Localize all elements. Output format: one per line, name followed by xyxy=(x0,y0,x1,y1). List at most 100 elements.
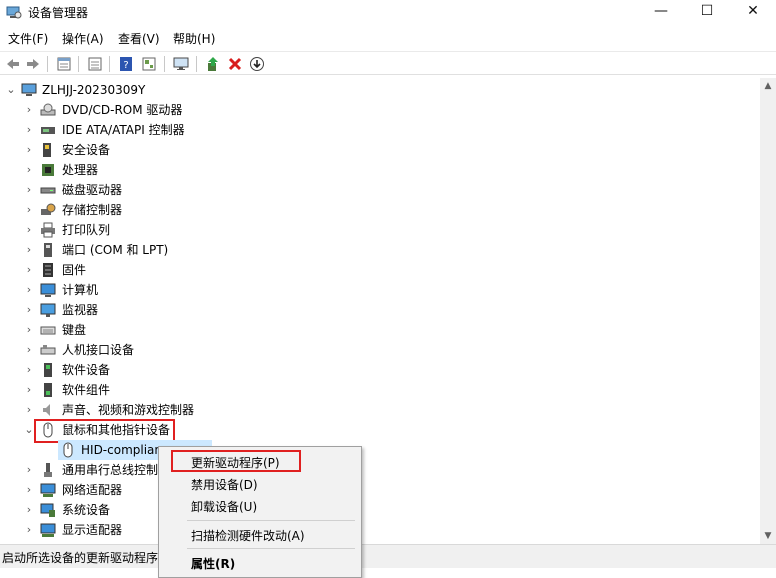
toolbar-separator xyxy=(164,56,165,72)
tree-item-label: 存储控制器 xyxy=(62,203,123,217)
computer-icon xyxy=(40,282,56,298)
uninstall-device-menu-item[interactable]: 卸载设备(U) xyxy=(191,498,257,515)
software-device-icon xyxy=(40,362,56,378)
chevron-right-icon[interactable]: › xyxy=(24,100,34,120)
tree-item-security[interactable]: › 安全设备 xyxy=(0,140,300,160)
chevron-right-icon[interactable]: › xyxy=(24,240,34,260)
menu-help[interactable]: 帮助(H) xyxy=(173,30,215,47)
usb-icon xyxy=(40,462,56,478)
port-icon xyxy=(40,242,56,258)
firmware-icon xyxy=(40,262,56,278)
close-button[interactable]: ✕ xyxy=(730,0,776,24)
disable-device-menu-item[interactable]: 禁用设备(D) xyxy=(191,476,258,493)
tree-item-firmware[interactable]: › 固件 xyxy=(0,260,300,280)
download-icon[interactable] xyxy=(248,55,266,73)
network-adapter-icon xyxy=(40,482,56,498)
tree-item-label: 软件组件 xyxy=(62,383,111,397)
tree-item-label: 系统设备 xyxy=(62,503,111,517)
help-icon[interactable]: ? xyxy=(117,55,135,73)
chevron-right-icon[interactable]: › xyxy=(24,480,34,500)
tree-item-software-component[interactable]: › 软件组件 xyxy=(0,380,300,400)
maximize-button[interactable]: ☐ xyxy=(684,0,730,24)
chevron-right-icon[interactable]: › xyxy=(24,220,34,240)
tree-item-label: HID-complian xyxy=(81,443,163,457)
properties-menu-item[interactable]: 属性(R) xyxy=(191,555,235,572)
chevron-right-icon[interactable]: › xyxy=(24,260,34,280)
security-device-icon xyxy=(40,142,56,158)
chevron-right-icon[interactable]: › xyxy=(24,300,34,320)
vertical-scrollbar[interactable]: ▲ ▼ xyxy=(760,78,776,544)
monitor-icon[interactable] xyxy=(172,55,190,73)
tree-item-label: 通用串行总线控制 xyxy=(62,463,159,477)
tree-item-processor[interactable]: › 处理器 xyxy=(0,160,300,180)
tree-item-label: 键盘 xyxy=(62,323,87,337)
toolbar: ? xyxy=(0,51,776,75)
system-device-icon xyxy=(40,502,56,518)
menu-separator xyxy=(187,548,355,549)
chevron-right-icon[interactable]: › xyxy=(24,120,34,140)
chevron-right-icon[interactable]: › xyxy=(24,460,34,480)
tree-item-label: DVD/CD-ROM 驱动器 xyxy=(62,103,183,117)
keyboard-icon xyxy=(40,322,56,338)
device-tree: ⌄ ZLHJJ-20230309Y › DVD/CD-ROM 驱动器 › IDE… xyxy=(0,78,760,544)
chevron-right-icon[interactable]: › xyxy=(24,360,34,380)
menu-file[interactable]: 文件(F) xyxy=(8,30,48,47)
printer-icon xyxy=(40,222,56,238)
chevron-down-icon[interactable]: ⌄ xyxy=(24,420,34,440)
status-bar: 启动所选设备的更新驱动程序 xyxy=(0,544,776,568)
menu-view[interactable]: 查看(V) xyxy=(118,30,160,47)
uninstall-icon[interactable] xyxy=(226,55,244,73)
mouse-icon xyxy=(60,442,76,458)
tree-item-computer[interactable]: › 计算机 xyxy=(0,280,300,300)
menu-action[interactable]: 操作(A) xyxy=(62,30,104,47)
tree-item-dvd[interactable]: › DVD/CD-ROM 驱动器 xyxy=(0,100,300,120)
chevron-right-icon[interactable]: › xyxy=(24,180,34,200)
chevron-right-icon[interactable]: › xyxy=(24,400,34,420)
scroll-down-arrow-icon[interactable]: ▼ xyxy=(760,528,776,544)
show-hidden-icon[interactable] xyxy=(140,55,158,73)
root-label: ZLHJJ-20230309Y xyxy=(42,83,146,97)
tree-item-hid[interactable]: › 人机接口设备 xyxy=(0,340,300,360)
computer-icon xyxy=(21,82,37,98)
chevron-right-icon[interactable]: › xyxy=(24,140,34,160)
chevron-right-icon[interactable]: › xyxy=(24,520,34,540)
scroll-up-arrow-icon[interactable]: ▲ xyxy=(760,78,776,94)
tree-item-label: 安全设备 xyxy=(62,143,111,157)
tree-root[interactable]: ⌄ ZLHJJ-20230309Y xyxy=(0,80,300,100)
tree-item-sound[interactable]: › 声音、视频和游戏控制器 xyxy=(0,400,300,420)
tree-item-label: 人机接口设备 xyxy=(62,343,135,357)
minimize-button[interactable]: — xyxy=(638,0,684,24)
chevron-right-icon[interactable]: › xyxy=(24,280,34,300)
scan-hardware-menu-item[interactable]: 扫描检测硬件改动(A) xyxy=(191,527,305,544)
chevron-right-icon[interactable]: › xyxy=(24,160,34,180)
chevron-right-icon[interactable]: › xyxy=(24,200,34,220)
chevron-right-icon[interactable]: › xyxy=(24,380,34,400)
update-driver-icon[interactable] xyxy=(204,55,222,73)
tree-item-port[interactable]: › 端口 (COM 和 LPT) xyxy=(0,240,300,260)
forward-icon[interactable] xyxy=(24,55,42,73)
processor-icon xyxy=(40,162,56,178)
toolbar-separator xyxy=(196,56,197,72)
speaker-icon xyxy=(40,402,56,418)
properties-icon[interactable] xyxy=(55,55,73,73)
tree-item-software-device[interactable]: › 软件设备 xyxy=(0,360,300,380)
tree-item-disk[interactable]: › 磁盘驱动器 xyxy=(0,180,300,200)
back-icon[interactable] xyxy=(4,55,22,73)
tree-item-keyboard[interactable]: › 键盘 xyxy=(0,320,300,340)
tree-item-printer[interactable]: › 打印队列 xyxy=(0,220,300,240)
chevron-right-icon[interactable]: › xyxy=(24,500,34,520)
view-icon[interactable] xyxy=(86,55,104,73)
chevron-right-icon[interactable]: › xyxy=(24,320,34,340)
chevron-down-icon[interactable]: ⌄ xyxy=(6,80,16,100)
software-component-icon xyxy=(40,382,56,398)
chevron-right-icon[interactable]: › xyxy=(24,340,34,360)
tree-item-ide[interactable]: › IDE ATA/ATAPI 控制器 xyxy=(0,120,300,140)
tree-item-label: 软件设备 xyxy=(62,363,111,377)
tree-item-label: 监视器 xyxy=(62,303,99,317)
tree-item-label: 处理器 xyxy=(62,163,99,177)
tree-item-storage[interactable]: › 存储控制器 xyxy=(0,200,300,220)
tree-item-label: 磁盘驱动器 xyxy=(62,183,123,197)
tree-item-label: 计算机 xyxy=(62,283,99,297)
tree-item-monitor[interactable]: › 监视器 xyxy=(0,300,300,320)
tree-item-label: 网络适配器 xyxy=(62,483,123,497)
